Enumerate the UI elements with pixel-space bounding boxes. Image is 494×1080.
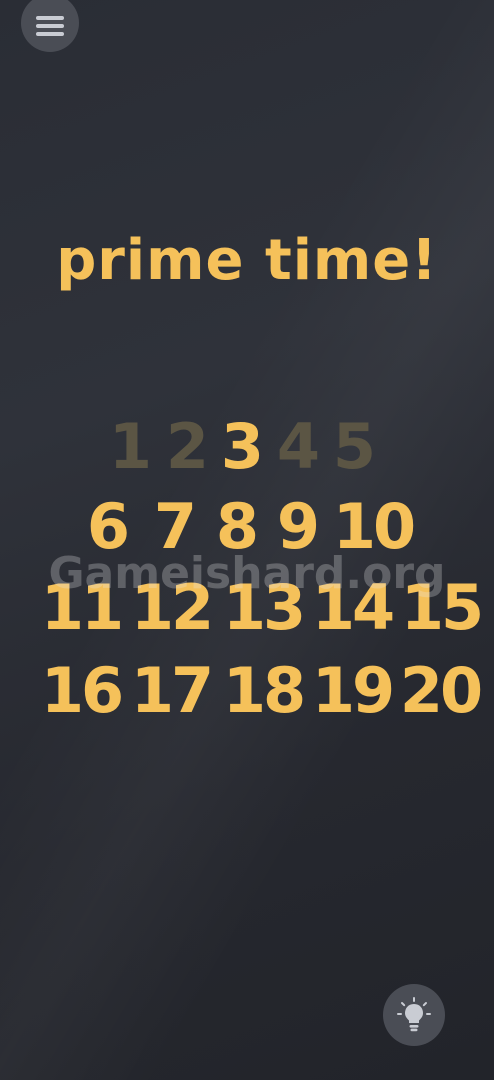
- number-11[interactable]: 11: [31, 577, 131, 639]
- lightbulb-icon: [397, 997, 431, 1032]
- number-13[interactable]: 13: [213, 577, 313, 639]
- number-17[interactable]: 17: [121, 660, 221, 722]
- number-15[interactable]: 15: [391, 577, 491, 639]
- number-20[interactable]: 20: [390, 660, 490, 722]
- number-14[interactable]: 14: [302, 577, 402, 639]
- number-12[interactable]: 12: [121, 577, 221, 639]
- hint-button[interactable]: [383, 984, 445, 1046]
- menu-button[interactable]: [21, 0, 79, 52]
- number-10[interactable]: 10: [323, 496, 423, 558]
- number-5[interactable]: 5: [303, 416, 403, 478]
- level-title: prime time!: [56, 228, 438, 293]
- number-16[interactable]: 16: [31, 660, 131, 722]
- number-19[interactable]: 19: [302, 660, 402, 722]
- number-18[interactable]: 18: [213, 660, 313, 722]
- hamburger-menu-icon: [36, 16, 64, 36]
